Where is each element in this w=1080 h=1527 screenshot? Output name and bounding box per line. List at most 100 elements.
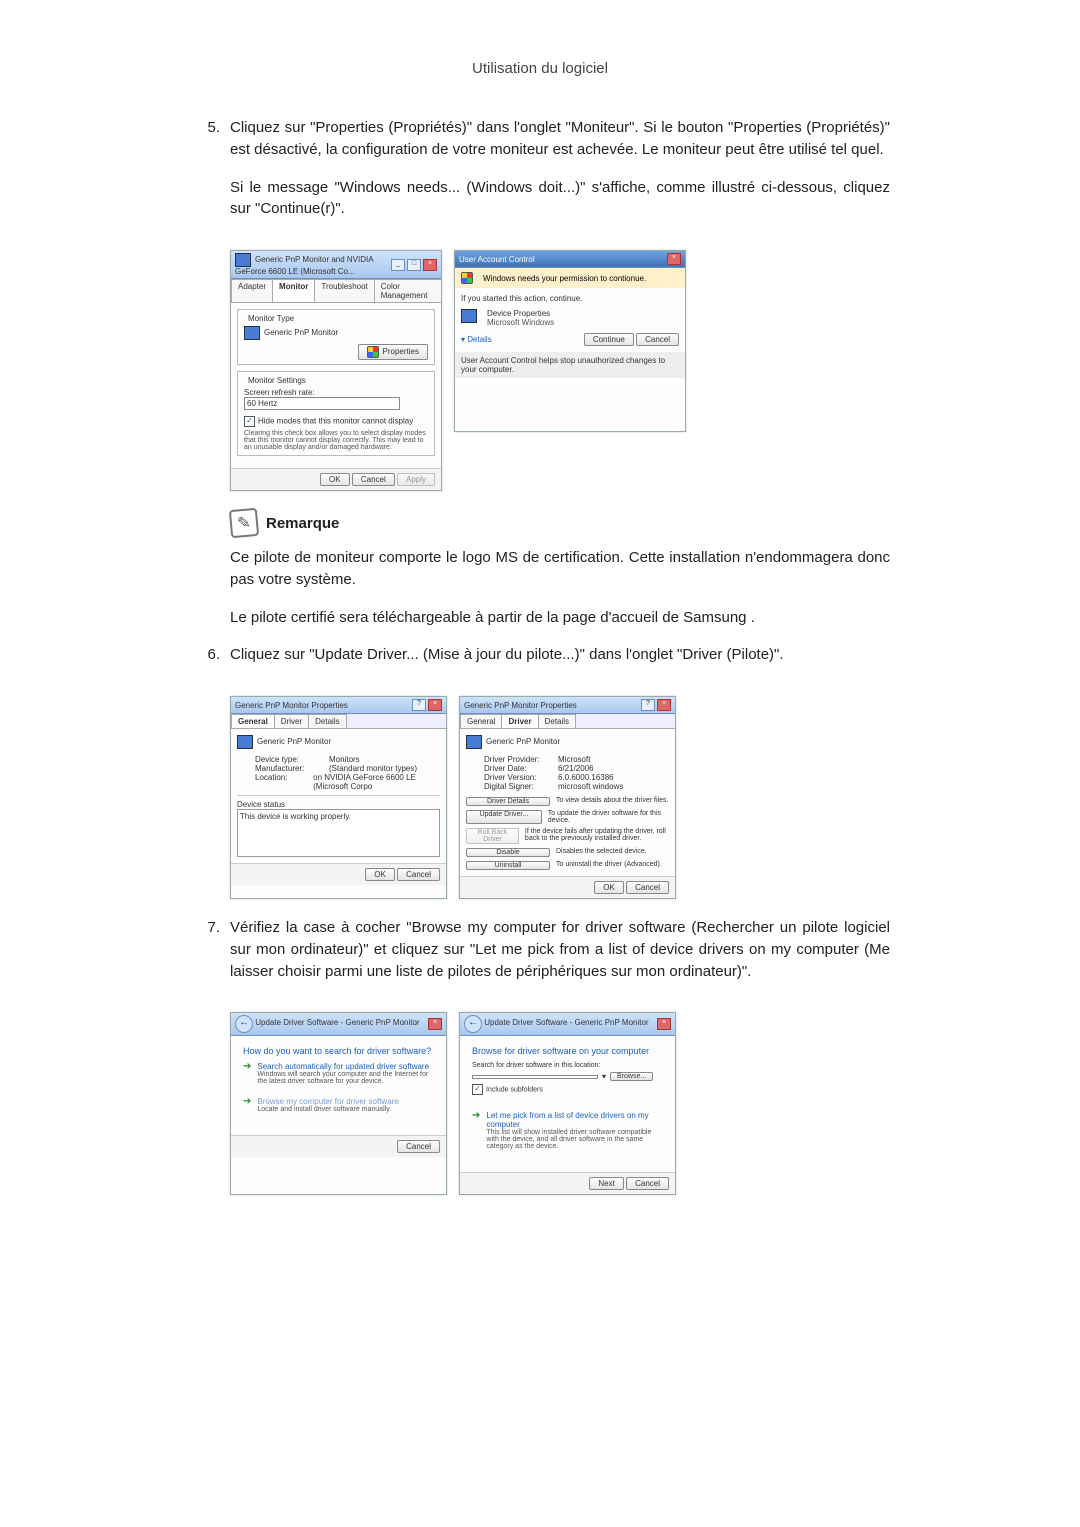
tab-adapter[interactable]: Adapter — [231, 279, 273, 302]
browse-button[interactable]: Browse... — [610, 1072, 653, 1081]
properties-button[interactable]: Properties — [358, 344, 428, 360]
next-button[interactable]: Next — [589, 1177, 623, 1190]
browse-computer-title: Browse my computer for driver software — [257, 1097, 398, 1106]
uac-window: User Account Control × Windows needs you… — [454, 250, 686, 432]
back-button[interactable]: ← — [464, 1015, 482, 1033]
manufacturer-value: (Standard monitor types) — [329, 764, 417, 773]
step-5: 5. Cliquez sur "Properties (Propriétés)"… — [190, 117, 890, 236]
close-button[interactable]: × — [423, 259, 437, 271]
uac-if-started: If you started this action, continue. — [461, 294, 679, 303]
driver-details-desc: To view details about the driver files. — [556, 797, 668, 806]
tab-monitor[interactable]: Monitor — [272, 279, 315, 302]
update-driver-desc: To update the driver software for this d… — [548, 810, 669, 824]
date-value: 6/21/2006 — [558, 764, 594, 773]
driver-details-button[interactable]: Driver Details — [466, 797, 550, 806]
cancel-button[interactable]: Cancel — [397, 868, 440, 881]
minimize-button[interactable]: _ — [391, 259, 405, 271]
close-button[interactable]: × — [428, 1018, 442, 1030]
uac-footer: User Account Control helps stop unauthor… — [455, 352, 685, 378]
uac-publisher: Microsoft Windows — [487, 318, 554, 327]
tab-driver[interactable]: Driver — [501, 714, 538, 728]
tab-general[interactable]: General — [231, 714, 275, 728]
step-5-text-2: Si le message "Windows needs... (Windows… — [230, 177, 890, 221]
uninstall-desc: To uninstall the driver (Advanced). — [556, 861, 662, 870]
page-header: Utilisation du logiciel — [190, 60, 890, 77]
device-properties-driver-window: Generic PnP Monitor Properties ?× Genera… — [459, 696, 676, 899]
version-key: Driver Version: — [484, 773, 554, 782]
monitor-icon — [235, 253, 251, 267]
cancel-button[interactable]: Cancel — [352, 473, 395, 486]
include-subfolders-checkbox[interactable] — [472, 1084, 483, 1095]
note-title: Remarque — [266, 515, 339, 532]
window-title: Generic PnP Monitor Properties — [464, 701, 577, 710]
close-button[interactable]: × — [657, 699, 671, 711]
uninstall-button[interactable]: Uninstall — [466, 861, 550, 870]
step-6: 6. Cliquez sur "Update Driver... (Mise à… — [190, 644, 890, 682]
tab-details[interactable]: Details — [308, 714, 346, 728]
provider-value: Microsoft — [558, 755, 590, 764]
step-5-text-1: Cliquez sur "Properties (Propriétés)" da… — [230, 117, 890, 161]
continue-button[interactable]: Continue — [584, 333, 634, 346]
location-value: on NVIDIA GeForce 6600 LE (Microsoft Cor… — [313, 773, 440, 791]
search-auto-option[interactable]: ➔ Search automatically for updated drive… — [243, 1062, 434, 1085]
hide-modes-checkbox[interactable] — [244, 416, 255, 427]
update-driver-wizard-1: ← Update Driver Software - Generic PnP M… — [230, 1012, 447, 1195]
shield-icon — [461, 272, 473, 284]
note-icon: ✎ — [229, 508, 259, 538]
step-7: 7. Vérifiez la case à cocher "Browse my … — [190, 917, 890, 998]
ok-button[interactable]: OK — [594, 881, 624, 894]
device-name: Generic PnP Monitor — [486, 737, 560, 746]
cancel-button[interactable]: Cancel — [626, 1177, 669, 1190]
cancel-button[interactable]: Cancel — [636, 333, 679, 346]
device-status-text: This device is working properly. — [237, 809, 440, 857]
maximize-button[interactable]: □ — [407, 259, 421, 271]
monitor-properties-window: Generic PnP Monitor and NVIDIA GeForce 6… — [230, 250, 442, 491]
tab-color-management[interactable]: Color Management — [374, 279, 442, 302]
apply-button: Apply — [397, 473, 435, 486]
step-7-text: Vérifiez la case à cocher "Browse my com… — [230, 917, 890, 982]
cancel-button[interactable]: Cancel — [397, 1140, 440, 1153]
uac-details-link[interactable]: ▾ Details — [461, 335, 492, 344]
close-button[interactable]: × — [667, 253, 681, 265]
location-key: Location: — [255, 773, 309, 791]
location-input[interactable] — [472, 1075, 598, 1079]
help-button[interactable]: ? — [412, 699, 426, 711]
shield-icon — [367, 346, 379, 358]
tab-troubleshoot[interactable]: Troubleshoot — [314, 279, 374, 302]
let-me-pick-option[interactable]: ➔ Let me pick from a list of device driv… — [472, 1111, 663, 1150]
help-button[interactable]: ? — [641, 699, 655, 711]
monitor-icon — [244, 326, 260, 340]
device-properties-general-window: Generic PnP Monitor Properties ?× Genera… — [230, 696, 447, 899]
rollback-driver-button: Roll Back Driver — [466, 828, 519, 844]
disable-button[interactable]: Disable — [466, 848, 550, 857]
refresh-rate-select[interactable]: 60 Hertz — [244, 397, 400, 410]
close-button[interactable]: × — [657, 1018, 671, 1030]
signer-key: Digital Signer: — [484, 782, 554, 791]
update-driver-button[interactable]: Update Driver... — [466, 810, 542, 824]
monitor-window-title: Generic PnP Monitor and NVIDIA GeForce 6… — [235, 253, 391, 276]
tab-details[interactable]: Details — [538, 714, 576, 728]
monitor-icon — [466, 735, 482, 749]
program-icon — [461, 309, 477, 323]
tab-general[interactable]: General — [460, 714, 502, 728]
ok-button[interactable]: OK — [365, 868, 395, 881]
step-6-text: Cliquez sur "Update Driver... (Mise à jo… — [230, 644, 890, 666]
note-text-1: Ce pilote de moniteur comporte le logo M… — [230, 547, 890, 591]
wizard-heading: Browse for driver software on your compu… — [472, 1046, 663, 1056]
monitor-icon — [237, 735, 253, 749]
close-button[interactable]: × — [428, 699, 442, 711]
tab-driver[interactable]: Driver — [274, 714, 309, 728]
back-button[interactable]: ← — [235, 1015, 253, 1033]
monitor-name: Generic PnP Monitor — [264, 328, 338, 337]
date-key: Driver Date: — [484, 764, 554, 773]
monitor-type-label: Monitor Type — [246, 314, 296, 323]
signer-value: microsoft windows — [558, 782, 623, 791]
rollback-driver-desc: If the device fails after updating the d… — [525, 828, 669, 844]
uac-message: Windows needs your permission to contion… — [483, 274, 646, 283]
monitor-settings-label: Monitor Settings — [246, 376, 308, 385]
hide-modes-label: Hide modes that this monitor cannot disp… — [258, 417, 413, 426]
cancel-button[interactable]: Cancel — [626, 881, 669, 894]
ok-button[interactable]: OK — [320, 473, 350, 486]
window-title: Generic PnP Monitor Properties — [235, 701, 348, 710]
browse-computer-option[interactable]: ➔ Browse my computer for driver software… — [243, 1097, 434, 1113]
